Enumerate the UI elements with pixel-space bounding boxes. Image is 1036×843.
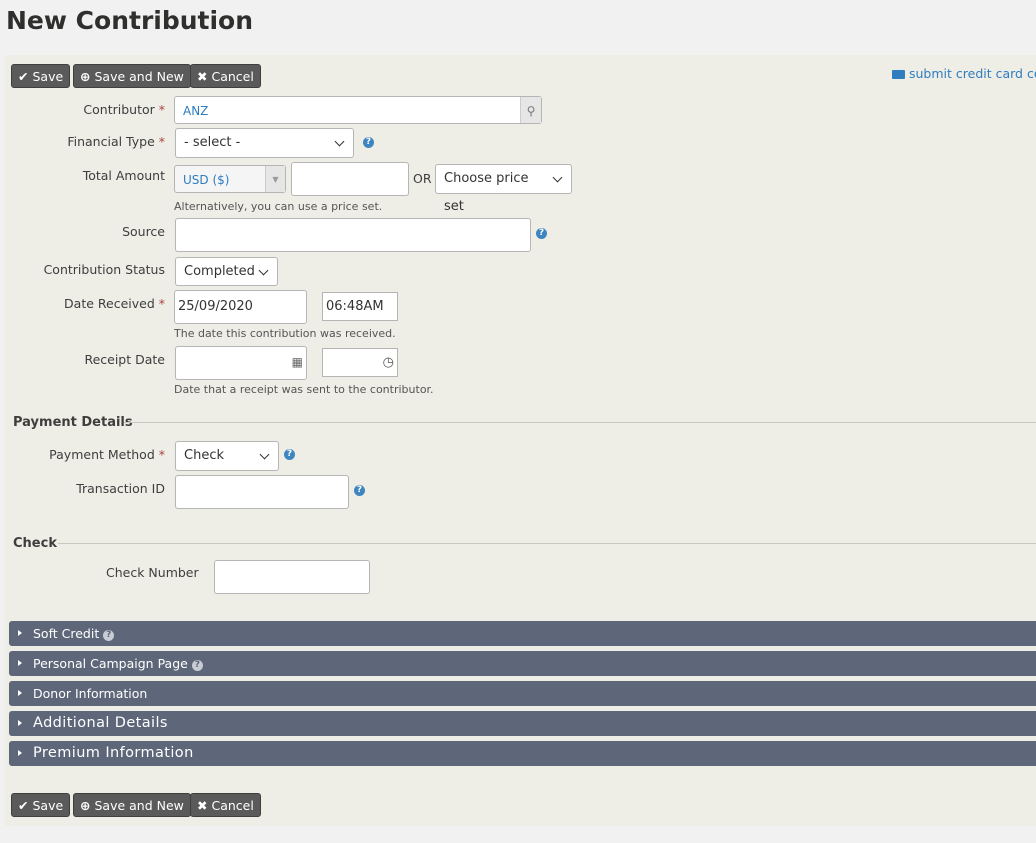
cancel-button[interactable]: ✖ Cancel xyxy=(190,64,261,88)
or-text: OR xyxy=(413,171,432,186)
plus-circle-icon: ⊕ xyxy=(80,798,91,813)
accordion-donor-information[interactable]: Donor Information xyxy=(9,681,1036,706)
save-button[interactable]: ✔ Save xyxy=(11,64,71,88)
divider xyxy=(58,543,1036,544)
caret-right-icon xyxy=(18,720,22,726)
check-heading: Check xyxy=(13,536,57,551)
close-icon: ✖ xyxy=(197,798,208,813)
cancel-button-bottom[interactable]: ✖ Cancel xyxy=(190,793,261,817)
plus-circle-icon: ⊕ xyxy=(80,69,91,84)
contribution-status-select[interactable]: Completed xyxy=(175,257,278,286)
date-received-help: The date this contribution was received. xyxy=(174,327,396,340)
financial-type-label: Financial Type * xyxy=(67,134,165,149)
price-set-select[interactable]: Choose price set xyxy=(435,164,572,214)
contribution-status-label: Contribution Status xyxy=(43,262,165,277)
check-icon: ✔ xyxy=(18,69,29,84)
close-icon: ✖ xyxy=(197,69,208,84)
help-icon[interactable]: ? xyxy=(191,660,203,671)
receipt-date-label: Receipt Date xyxy=(84,352,165,367)
caret-right-icon xyxy=(18,630,22,636)
calendar-icon[interactable]: ▦ xyxy=(292,348,303,376)
check-icon: ✔ xyxy=(18,798,29,813)
check-number-label: Check Number xyxy=(106,565,199,580)
payment-method-select[interactable]: Check xyxy=(175,441,279,471)
help-icon[interactable]: ? xyxy=(284,449,295,460)
financial-type-select[interactable]: - select - xyxy=(175,128,354,158)
clock-icon[interactable]: ◷ xyxy=(383,349,394,377)
search-icon[interactable]: ⚲ xyxy=(520,97,541,123)
caret-right-icon xyxy=(18,690,22,696)
date-received-label: Date Received * xyxy=(64,296,165,311)
accordion-additional-details[interactable]: Additional Details xyxy=(9,711,1036,736)
save-label: Save xyxy=(32,69,64,84)
total-amount-help: Alternatively, you can use a price set. xyxy=(174,200,383,213)
help-icon[interactable]: ? xyxy=(536,228,547,239)
total-amount-input[interactable] xyxy=(291,162,409,196)
save-and-new-button-bottom[interactable]: ⊕ Save and New xyxy=(73,793,191,817)
credit-card-link-text: submit credit card cont xyxy=(909,66,1036,81)
transaction-id-input[interactable] xyxy=(175,475,349,509)
save-new-label: Save and New xyxy=(94,69,184,84)
accordion-personal-campaign-page[interactable]: Personal Campaign Page? xyxy=(9,651,1036,676)
submit-credit-card-link[interactable]: submit credit card cont xyxy=(892,66,1036,81)
save-new-label: Save and New xyxy=(94,798,184,813)
transaction-id-label: Transaction ID xyxy=(76,481,165,496)
total-amount-label: Total Amount xyxy=(82,168,165,183)
credit-card-icon xyxy=(892,70,905,79)
receipt-time-input[interactable]: ◷ xyxy=(322,348,398,377)
time-received-input[interactable]: 06:48AM xyxy=(322,292,398,321)
source-input[interactable] xyxy=(175,218,531,252)
caret-right-icon xyxy=(18,750,22,756)
contributor-input[interactable]: ANZ ⚲ xyxy=(174,96,542,124)
dropdown-arrow-icon: ▼ xyxy=(265,166,285,192)
page-title: New Contribution xyxy=(6,6,254,35)
cancel-label: Cancel xyxy=(211,798,254,813)
accordion-soft-credit[interactable]: Soft Credit? xyxy=(9,621,1036,646)
divider xyxy=(124,422,1036,423)
help-icon[interactable]: ? xyxy=(103,630,115,641)
help-icon[interactable]: ? xyxy=(354,485,365,496)
accordion-premium-information[interactable]: Premium Information xyxy=(9,741,1036,766)
check-number-input[interactable] xyxy=(214,560,370,594)
save-button-bottom[interactable]: ✔ Save xyxy=(11,793,71,817)
date-received-input[interactable]: 25/09/2020 xyxy=(174,290,307,324)
receipt-date-input[interactable]: ▦ xyxy=(175,346,307,380)
receipt-date-help: Date that a receipt was sent to the cont… xyxy=(174,383,434,396)
save-label: Save xyxy=(32,798,64,813)
currency-select[interactable]: USD ($) ▼ xyxy=(174,165,286,193)
source-label: Source xyxy=(122,224,165,239)
contributor-label: Contributor * xyxy=(83,102,165,117)
payment-method-label: Payment Method * xyxy=(49,447,165,462)
help-icon[interactable]: ? xyxy=(363,137,374,148)
cancel-label: Cancel xyxy=(211,69,254,84)
save-and-new-button[interactable]: ⊕ Save and New xyxy=(73,64,191,88)
payment-details-heading: Payment Details xyxy=(13,415,133,430)
caret-right-icon xyxy=(18,660,22,666)
